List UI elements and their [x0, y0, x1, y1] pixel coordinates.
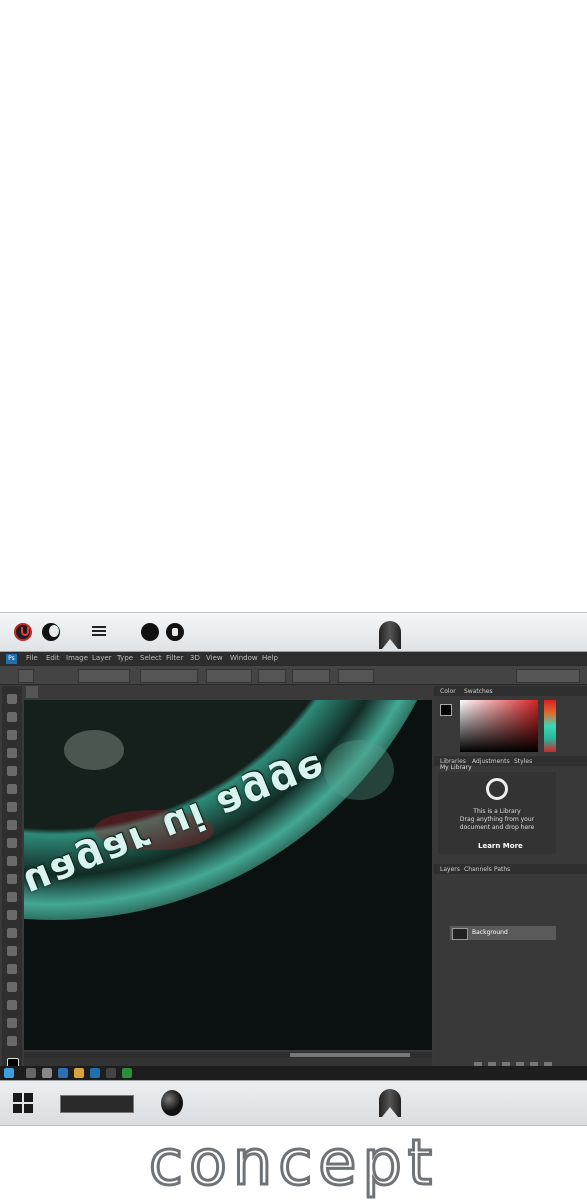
- search-box[interactable]: [60, 1095, 134, 1113]
- tab-layers[interactable]: Layers: [440, 866, 460, 873]
- color-field[interactable]: [460, 700, 538, 752]
- right-panels: Color Swatches Libraries Adjustments Sty…: [434, 686, 587, 1080]
- option-control[interactable]: [258, 669, 286, 683]
- hand-tool-icon[interactable]: [7, 1018, 17, 1028]
- gradient-tool-icon[interactable]: [7, 892, 17, 902]
- library-message: Drag anything from your: [459, 816, 535, 823]
- menu-edit[interactable]: Edit: [46, 654, 60, 662]
- library-message: This is a Library: [473, 808, 521, 815]
- bookmark-icon[interactable]: [379, 1089, 401, 1117]
- history-brush-tool-icon[interactable]: [7, 856, 17, 866]
- tab-color[interactable]: Color: [440, 688, 456, 695]
- power-icon[interactable]: [14, 623, 32, 641]
- menu-help[interactable]: Help: [262, 654, 278, 662]
- tab-styles[interactable]: Styles: [514, 758, 532, 765]
- library-empty-state: This is a Library Drag anything from you…: [438, 772, 556, 854]
- tab-paths[interactable]: Paths: [494, 866, 510, 873]
- tab-channels[interactable]: Channels: [464, 866, 492, 873]
- taskbar-app-icon[interactable]: [58, 1068, 68, 1078]
- taskbar-app-icon[interactable]: [106, 1068, 116, 1078]
- stamp-tool-icon[interactable]: [7, 838, 17, 848]
- tools-panel: [2, 686, 22, 1076]
- library-select[interactable]: My Library: [440, 764, 472, 771]
- bottom-bar: [0, 1080, 587, 1126]
- path-select-tool-icon[interactable]: [7, 982, 17, 992]
- blank-area: [0, 0, 587, 612]
- quick-select-tool-icon[interactable]: [7, 748, 17, 758]
- crop-tool-icon[interactable]: [7, 766, 17, 776]
- menu-type[interactable]: Type: [117, 654, 133, 662]
- healing-tool-icon[interactable]: [7, 802, 17, 812]
- menu-view[interactable]: View: [206, 654, 223, 662]
- taskbar-app-icon[interactable]: [74, 1068, 84, 1078]
- option-control[interactable]: [140, 669, 198, 683]
- photoshop-taskbar-icon[interactable]: [90, 1068, 100, 1078]
- menu-file[interactable]: File: [26, 654, 38, 662]
- menu-layer[interactable]: Layer: [92, 654, 112, 662]
- taskbar-app-icon[interactable]: [26, 1068, 36, 1078]
- lock-icon[interactable]: [166, 623, 184, 641]
- menu-3d[interactable]: 3D: [190, 654, 200, 662]
- pen-tool-icon[interactable]: [7, 946, 17, 956]
- type-tool-icon[interactable]: [7, 964, 17, 974]
- document-canvas[interactable]: uagar ui agge: [24, 700, 432, 1050]
- library-message: document and drop here: [459, 824, 535, 831]
- os-taskbar: [0, 1066, 587, 1080]
- windows-icon[interactable]: [13, 1093, 33, 1113]
- eraser-tool-icon[interactable]: [7, 874, 17, 884]
- layer-row[interactable]: Background: [450, 926, 556, 940]
- egg-button-icon[interactable]: [161, 1090, 183, 1116]
- lasso-tool-icon[interactable]: [7, 730, 17, 740]
- move-tool-icon[interactable]: [7, 694, 17, 704]
- eyedropper-tool-icon[interactable]: [7, 784, 17, 794]
- start-icon[interactable]: [4, 1068, 14, 1078]
- menu-icon[interactable]: [92, 626, 106, 638]
- marquee-tool-icon[interactable]: [7, 712, 17, 722]
- brand-wordmark: concept: [147, 1125, 439, 1200]
- photoshop-window: Ps File Edit Image Layer Type Select Fil…: [0, 652, 587, 1080]
- color-panel-tabs: Color Swatches: [434, 686, 587, 696]
- tab-adjustments[interactable]: Adjustments: [472, 758, 510, 765]
- taskbar-app-icon[interactable]: [42, 1068, 52, 1078]
- layers-panel-tabs: Layers Channels Paths: [434, 864, 587, 874]
- menu-filter[interactable]: Filter: [166, 654, 183, 662]
- shape-tool-icon[interactable]: [7, 1000, 17, 1010]
- moon-icon[interactable]: [42, 623, 60, 641]
- bookmark-icon[interactable]: [379, 621, 401, 649]
- options-bar: [0, 666, 587, 685]
- menu-image[interactable]: Image: [66, 654, 88, 662]
- foreground-swatch[interactable]: [440, 704, 452, 716]
- menu-select[interactable]: Select: [140, 654, 162, 662]
- hue-slider[interactable]: [544, 700, 556, 752]
- layer-thumbnail: [452, 928, 468, 940]
- blur-tool-icon[interactable]: [7, 910, 17, 920]
- option-control[interactable]: [338, 669, 374, 683]
- learn-more-link[interactable]: Learn More: [478, 842, 523, 850]
- dodge-tool-icon[interactable]: [7, 928, 17, 938]
- brush-tool-icon[interactable]: [7, 820, 17, 830]
- app-logo[interactable]: Ps: [6, 654, 17, 664]
- menu-window[interactable]: Window: [230, 654, 258, 662]
- menu-bar: Ps File Edit Image Layer Type Select Fil…: [0, 652, 587, 666]
- top-bar: [0, 612, 587, 652]
- workspace-switcher[interactable]: [516, 669, 580, 683]
- tab-swatches[interactable]: Swatches: [464, 688, 493, 695]
- taskbar-app-icon[interactable]: [122, 1068, 132, 1078]
- layer-name: Background: [472, 929, 508, 936]
- option-control[interactable]: [292, 669, 330, 683]
- tool-preset-picker[interactable]: [18, 669, 34, 683]
- option-control[interactable]: [78, 669, 130, 683]
- zoom-tool-icon[interactable]: [7, 1036, 17, 1046]
- option-control[interactable]: [206, 669, 252, 683]
- circle-icon[interactable]: [141, 623, 159, 641]
- creative-cloud-icon: [486, 778, 508, 800]
- document-tab[interactable]: [26, 686, 38, 698]
